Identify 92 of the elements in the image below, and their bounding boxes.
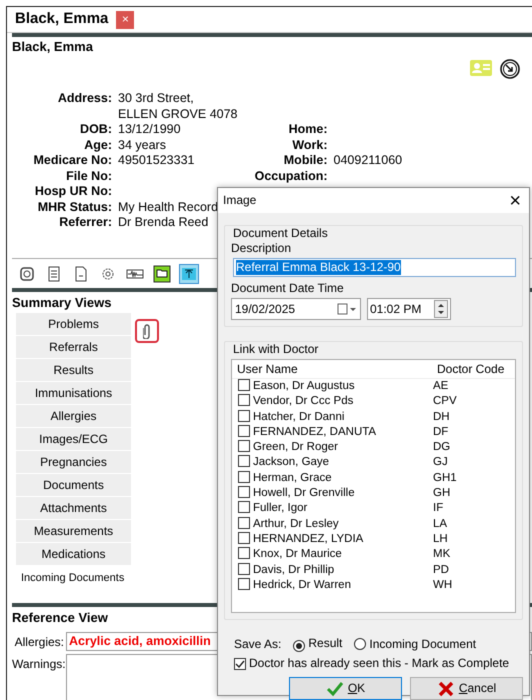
doctor-code: GH [433,486,452,502]
circle-arrow-icon[interactable] [500,59,520,79]
dialog-title: Image [223,193,256,208]
description-field[interactable]: Referral Emma Black 13-12-90 [233,258,516,277]
doctor-checkbox[interactable]: Hatcher, Dr Danni [238,410,433,425]
upload-icon [180,265,198,283]
doctor-checkbox[interactable]: Knox, Dr Maurice [238,547,433,563]
checkmark-icon [326,680,344,698]
doctor-code: CPV [433,394,458,410]
summary-tab[interactable]: Problems [16,313,131,336]
time-field[interactable]: 01:02 PM [367,298,451,320]
attach-button[interactable] [135,319,159,344]
field-label: Work: [291,138,328,154]
field-value: Dr Brenda Reed [118,215,210,231]
doctor-checkbox[interactable]: Jackson, Gaye [238,455,433,471]
doctor-code: AE [433,379,450,394]
field-label: Occupation: [254,168,328,184]
summary-tab[interactable]: Attachments [16,497,131,520]
doctor-code: GJ [433,455,449,470]
date-field[interactable]: 19/02/2025 [231,298,361,320]
summary-tab[interactable]: Documents [16,474,131,498]
field-label: Allergies: [14,634,64,650]
field-label: Hosp UR No: [34,184,112,200]
field-value: 30 3rd Street, [118,91,195,107]
field-label: Document Date Time [231,281,345,296]
field-label: Referrer: [58,215,112,231]
folder-button[interactable] [152,264,172,284]
radio-option[interactable]: Result [293,636,342,652]
radio-option[interactable]: Incoming Document [354,636,476,652]
doctor-checkbox[interactable]: Fuller, Igor [238,501,433,517]
doctor-code: MK [433,547,452,562]
summary-tab[interactable]: Pregnancies [16,451,131,474]
doctor-checkbox[interactable]: Vendor, Dr Ccc Pds [238,394,433,410]
summary-tab[interactable]: Results [16,359,131,382]
cancel-button[interactable]: Cancel [410,677,523,700]
field-label: Medicare No: [32,153,112,169]
doctor-checkbox[interactable]: HERNANDEZ, LYDIA [238,532,433,548]
checkmark-icon [235,659,245,669]
field-value: 0409211060 [334,153,402,169]
field-label: Save As: [234,636,282,652]
summary-tab[interactable]: Images/ECG [16,428,131,452]
patient-tab[interactable]: Black, Emma [7,10,116,29]
summary-tab[interactable]: Immunisations [16,382,131,406]
doctor-checkbox[interactable]: Eason, Dr Augustus [238,379,433,394]
paperclip-icon [143,323,151,340]
ok-button[interactable]: OK [289,677,402,700]
field-label: DOB: [79,122,112,138]
summary-tab[interactable]: Measurements [16,520,131,544]
doctor-checkbox[interactable]: Davis, Dr Phillip [238,562,433,578]
doctor-checkbox[interactable]: FERNANDEZ, DANUTA [238,424,433,440]
field-label: Home: [288,122,328,138]
doctor-checkbox[interactable]: Howell, Dr Grenville [238,486,433,502]
doctor-code: PD [433,562,450,578]
doctor-code: DF [433,424,450,440]
column-header: User Name [237,362,299,376]
column-header: Doctor Code [437,362,506,376]
section-heading: Summary Views [12,294,112,312]
doctor-checkbox[interactable]: Arthur, Dr Lesley [238,516,433,532]
folder-icon [153,265,171,283]
field-label: MHR Status: [36,200,112,216]
doctor-code: GH1 [433,470,458,486]
doctor-code: WH [433,578,454,593]
summary-tab[interactable]: Allergies [16,405,131,428]
field-label: Address: [56,91,112,107]
doctor-code: DG [433,440,452,456]
doctor-checkbox[interactable]: Herman, Grace [238,470,433,486]
summary-tab[interactable]: Referrals [16,336,131,360]
close-button[interactable]: × [501,190,529,210]
section-heading: Reference View [12,609,108,628]
upload-button[interactable] [179,264,199,284]
field-label: File No: [65,168,112,184]
cross-icon [436,680,455,698]
scan-icon [18,265,36,283]
field-value: 49501523331 [118,153,196,169]
field-value: 13/12/1990 [118,122,182,138]
calendar-icon[interactable] [337,303,357,315]
doctor-checkbox[interactable]: Hedrick, Dr Warren [238,578,433,594]
field-value: ELLEN GROVE 4078 [118,106,238,122]
doctor-checkbox[interactable]: Green, Dr Roger [238,440,433,456]
field-value: 34 years [118,138,167,154]
doctor-code: LA [433,516,448,532]
field-label: Description [231,241,292,256]
doctor-code: DH [433,410,451,425]
complete-checkbox[interactable]: Doctor has already seen this - Mark as Complete [234,656,529,671]
spinner-icon[interactable] [434,300,448,318]
close-button[interactable]: × [116,10,134,28]
field-label: Warnings: [12,656,64,672]
doctor-code: LH [433,532,449,547]
patient-name: Black, Emma [12,38,94,56]
field-label: Age: [83,138,112,154]
doctor-code: IF [433,501,444,516]
summary-tab[interactable]: Medications [16,543,131,566]
